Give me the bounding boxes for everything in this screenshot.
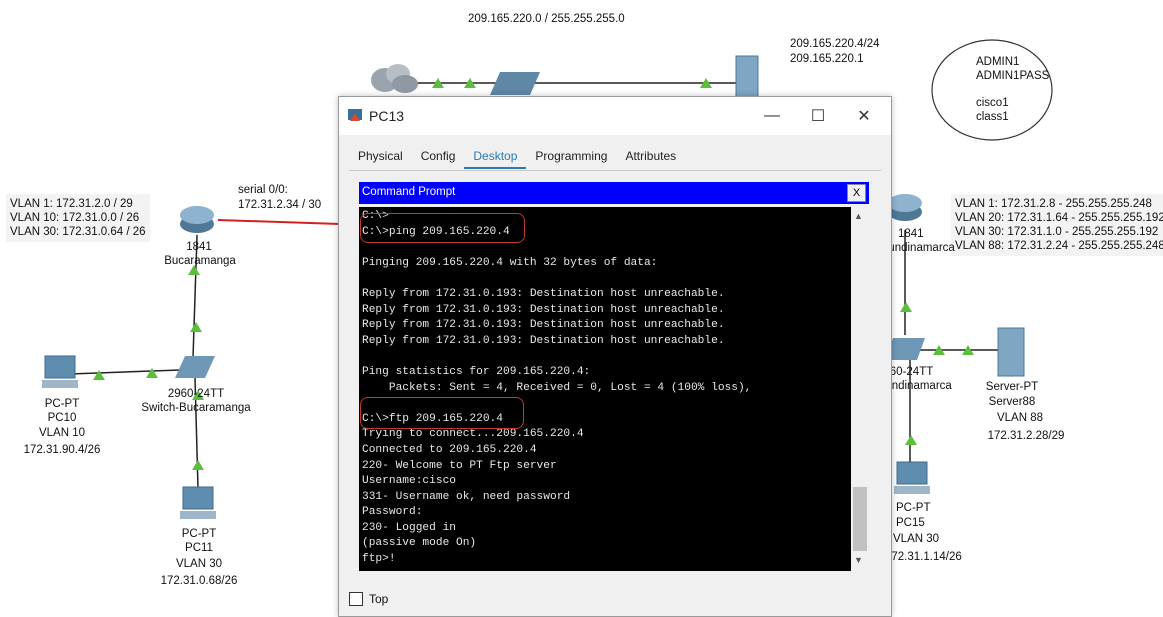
scrollbar-thumb[interactable] xyxy=(853,487,867,551)
pc10-type: PC-PT xyxy=(44,398,80,410)
window-title: PC13 xyxy=(369,108,405,124)
pc11-ip: 172.31.0.68/26 xyxy=(160,575,238,587)
pc-app-icon xyxy=(348,109,362,121)
server88-vlan: VLAN 88 xyxy=(996,412,1044,424)
maximize-button[interactable]: ☐ xyxy=(795,97,841,135)
right-vlan-1: VLAN 1: 172.31.2.8 - 255.255.255.248 xyxy=(955,198,1152,210)
top-network-label: 209.165.220.0 / 255.255.255.0 xyxy=(468,13,625,25)
right-vlan-88: VLAN 88: 172.31.2.24 - 255.255.255.248 xyxy=(955,240,1163,252)
pc15-name: PC15 xyxy=(896,517,925,529)
serial-link xyxy=(217,219,341,225)
pc-icon-pc11 xyxy=(180,486,216,519)
router-right-model: 1841 xyxy=(898,228,924,240)
pc-icon-pc15 xyxy=(894,461,930,494)
right-vlan-30: VLAN 30: 172.31.1.0 - 255.255.255.192 xyxy=(955,226,1159,238)
pc15-vlan: VLAN 30 xyxy=(893,533,940,545)
ping-command-highlight xyxy=(360,213,525,243)
terminal-scrollbar[interactable]: ▲ ▼ xyxy=(851,207,869,571)
serial-ip: 172.31.2.34 / 30 xyxy=(238,199,322,211)
serial-label: serial 0/0: xyxy=(238,184,288,196)
minimize-button[interactable]: — xyxy=(749,97,795,135)
left-vlan-30: VLAN 30: 172.31.0.64 / 26 xyxy=(10,226,146,238)
switch-left-model: 2960-24TT xyxy=(167,388,225,400)
pc11-name: PC11 xyxy=(185,542,213,554)
top-checkbox-row[interactable]: Top xyxy=(349,592,388,606)
title-bar[interactable]: PC13 — ☐ ✕ xyxy=(339,97,891,135)
switch-left-name: Switch-Bucaramanga xyxy=(141,402,251,414)
link-pc10-switch xyxy=(69,369,181,375)
left-vlan-10: VLAN 10: 172.31.0.0 / 26 xyxy=(10,212,140,224)
cred-secret: class1 xyxy=(976,111,1009,123)
cred-enable: cisco1 xyxy=(976,97,1009,109)
pc10-vlan: VLAN 10 xyxy=(38,427,86,439)
pc11-type: PC-PT xyxy=(181,528,217,540)
switch-icon-top xyxy=(490,72,540,95)
command-prompt-title: Command Prompt xyxy=(362,186,456,198)
router-left-model: 1841 xyxy=(186,241,212,253)
tab-config[interactable]: Config xyxy=(412,147,465,169)
tab-divider xyxy=(349,170,881,171)
pc15-type: PC-PT xyxy=(896,502,931,514)
command-prompt-titlebar: Command Prompt X xyxy=(359,182,869,204)
terminal-text: C:\> C:\>ping 209.165.220.4 Pinging 209.… xyxy=(362,210,752,566)
close-button[interactable]: ✕ xyxy=(841,97,887,135)
left-vlan-block: VLAN 1: 172.31.2.0 / 29 VLAN 10: 172.31.… xyxy=(6,194,150,242)
server88-name: Server88 xyxy=(988,396,1036,408)
router-left-name: Bucaramanga xyxy=(164,255,236,267)
server-top-gateway: 209.165.220.1 xyxy=(790,53,864,65)
router-icon-left xyxy=(180,206,214,233)
top-checkbox-label: Top xyxy=(369,592,389,606)
server88-ip: 172.31.2.28/29 xyxy=(987,430,1065,442)
server-top-ip: 209.165.220.4/24 xyxy=(790,38,880,50)
cred-pass: ADMIN1PASS xyxy=(976,70,1050,82)
ftp-command-highlight xyxy=(360,397,524,429)
switch-icon-left xyxy=(175,356,215,378)
server88-type: Server-PT xyxy=(985,381,1039,393)
terminal-output[interactable]: C:\> C:\>ping 209.165.220.4 Pinging 209.… xyxy=(359,207,851,571)
tab-physical[interactable]: Physical xyxy=(349,147,412,169)
server-icon-server88 xyxy=(997,327,1025,377)
scroll-down-icon[interactable]: ▼ xyxy=(854,555,863,565)
router-icon-right xyxy=(888,194,922,221)
cloud-icon xyxy=(371,64,418,93)
left-vlan-1: VLAN 1: 172.31.2.0 / 29 xyxy=(10,198,133,210)
cred-user: ADMIN1 xyxy=(976,56,1020,68)
pc10-ip: 172.31.90.4/26 xyxy=(23,444,101,456)
tab-programming[interactable]: Programming xyxy=(526,147,616,169)
tab-strip: Physical Config Desktop Programming Attr… xyxy=(349,147,685,169)
tab-attributes[interactable]: Attributes xyxy=(616,147,685,169)
right-vlan-block: VLAN 1: 172.31.2.8 - 255.255.255.248 VLA… xyxy=(951,194,1163,256)
pc10-name: PC10 xyxy=(47,412,77,424)
right-vlan-20: VLAN 20: 172.31.1.64 - 255.255.255.192 xyxy=(955,212,1163,224)
scroll-up-icon[interactable]: ▲ xyxy=(854,211,863,221)
command-prompt-close-button[interactable]: X xyxy=(847,184,866,202)
server-icon-top xyxy=(735,55,759,99)
pc-icon-pc10 xyxy=(42,355,78,388)
pc13-window: PC13 — ☐ ✕ Physical Config Desktop Progr… xyxy=(338,96,892,617)
top-checkbox[interactable] xyxy=(349,592,363,606)
pc11-vlan: VLAN 30 xyxy=(175,558,223,570)
tab-desktop[interactable]: Desktop xyxy=(464,147,527,169)
pc15-ip: 172.31.1.14/26 xyxy=(885,551,962,563)
